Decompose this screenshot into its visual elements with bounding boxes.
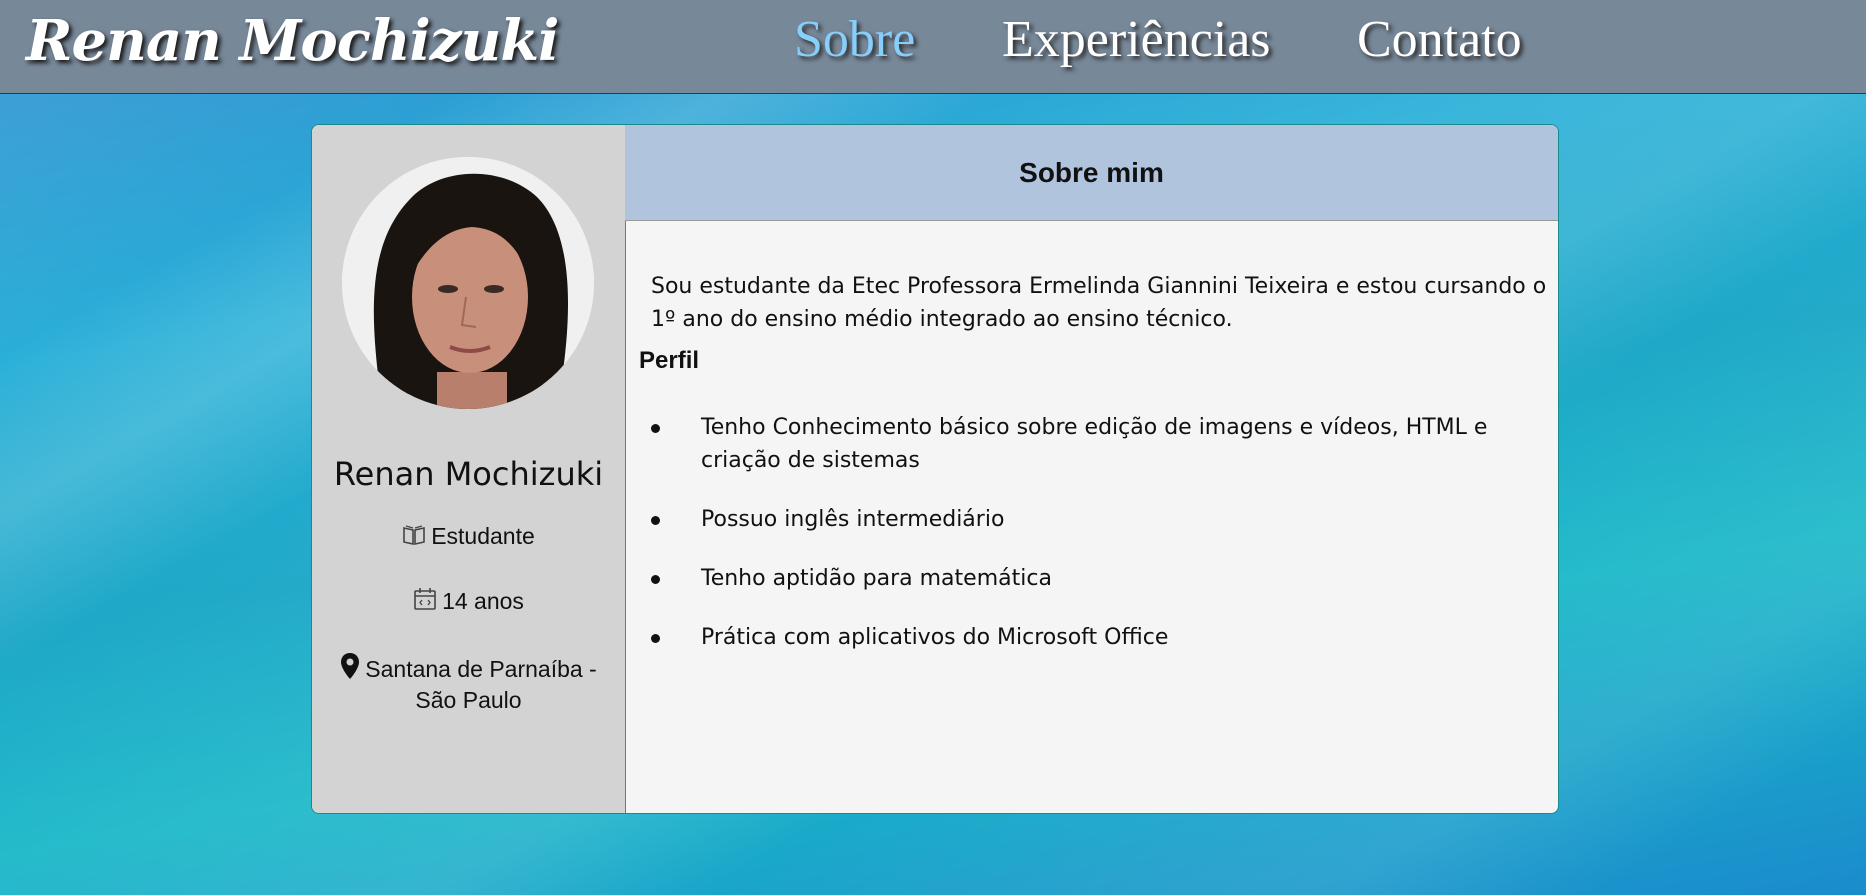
list-item: Tenho aptidão para matemática bbox=[625, 562, 1525, 595]
list-item: Possuo inglês intermediário bbox=[625, 503, 1525, 536]
profile-list: Tenho Conhecimento básico sobre edição d… bbox=[625, 411, 1525, 680]
nav-link-sobre[interactable]: Sobre bbox=[794, 10, 915, 69]
bullet-icon bbox=[651, 516, 660, 525]
profile-card: Renan Mochizuki Estudante 14 anos Santan… bbox=[311, 124, 1559, 814]
main-nav: Sobre Experiências Contato bbox=[0, 10, 1866, 80]
nav-link-experiencias[interactable]: Experiências bbox=[1002, 10, 1271, 69]
profile-age-label: 14 anos bbox=[442, 588, 524, 614]
profile-name: Renan Mochizuki bbox=[333, 455, 604, 493]
list-item-text: Tenho Conhecimento básico sobre edição d… bbox=[701, 415, 1488, 473]
avatar-photo bbox=[342, 157, 594, 409]
list-item-text: Prática com aplicativos do Microsoft Off… bbox=[701, 625, 1169, 650]
navbar: Renan Mochizuki Sobre Experiências Conta… bbox=[0, 0, 1866, 94]
bullet-icon bbox=[651, 634, 660, 643]
profile-location-label: Santana de Parnaíba - São Paulo bbox=[365, 656, 597, 713]
calendar-icon bbox=[413, 587, 437, 617]
bullet-icon bbox=[651, 575, 660, 584]
profile-role: Estudante bbox=[312, 523, 625, 552]
profile-sidebar: Renan Mochizuki Estudante 14 anos Santan… bbox=[312, 125, 626, 813]
profile-heading: Perfil bbox=[639, 347, 700, 374]
profile-role-label: Estudante bbox=[431, 523, 535, 549]
avatar bbox=[342, 157, 594, 409]
profile-location: Santana de Parnaíba - São Paulo bbox=[312, 653, 625, 715]
about-intro: Sou estudante da Etec Professora Ermelin… bbox=[651, 274, 1547, 332]
bullet-icon bbox=[651, 424, 660, 433]
list-item-text: Possuo inglês intermediário bbox=[701, 507, 1005, 532]
map-pin-icon bbox=[340, 653, 360, 686]
about-heading: Sobre mim bbox=[625, 125, 1558, 221]
list-item-text: Tenho aptidão para matemática bbox=[701, 566, 1052, 591]
about-panel: Sobre mim Sou estudante da Etec Professo… bbox=[625, 125, 1558, 813]
book-icon bbox=[402, 524, 426, 552]
list-item: Prática com aplicativos do Microsoft Off… bbox=[625, 621, 1525, 654]
nav-link-contato[interactable]: Contato bbox=[1357, 10, 1522, 69]
list-item: Tenho Conhecimento básico sobre edição d… bbox=[625, 411, 1525, 477]
profile-age: 14 anos bbox=[312, 587, 625, 617]
